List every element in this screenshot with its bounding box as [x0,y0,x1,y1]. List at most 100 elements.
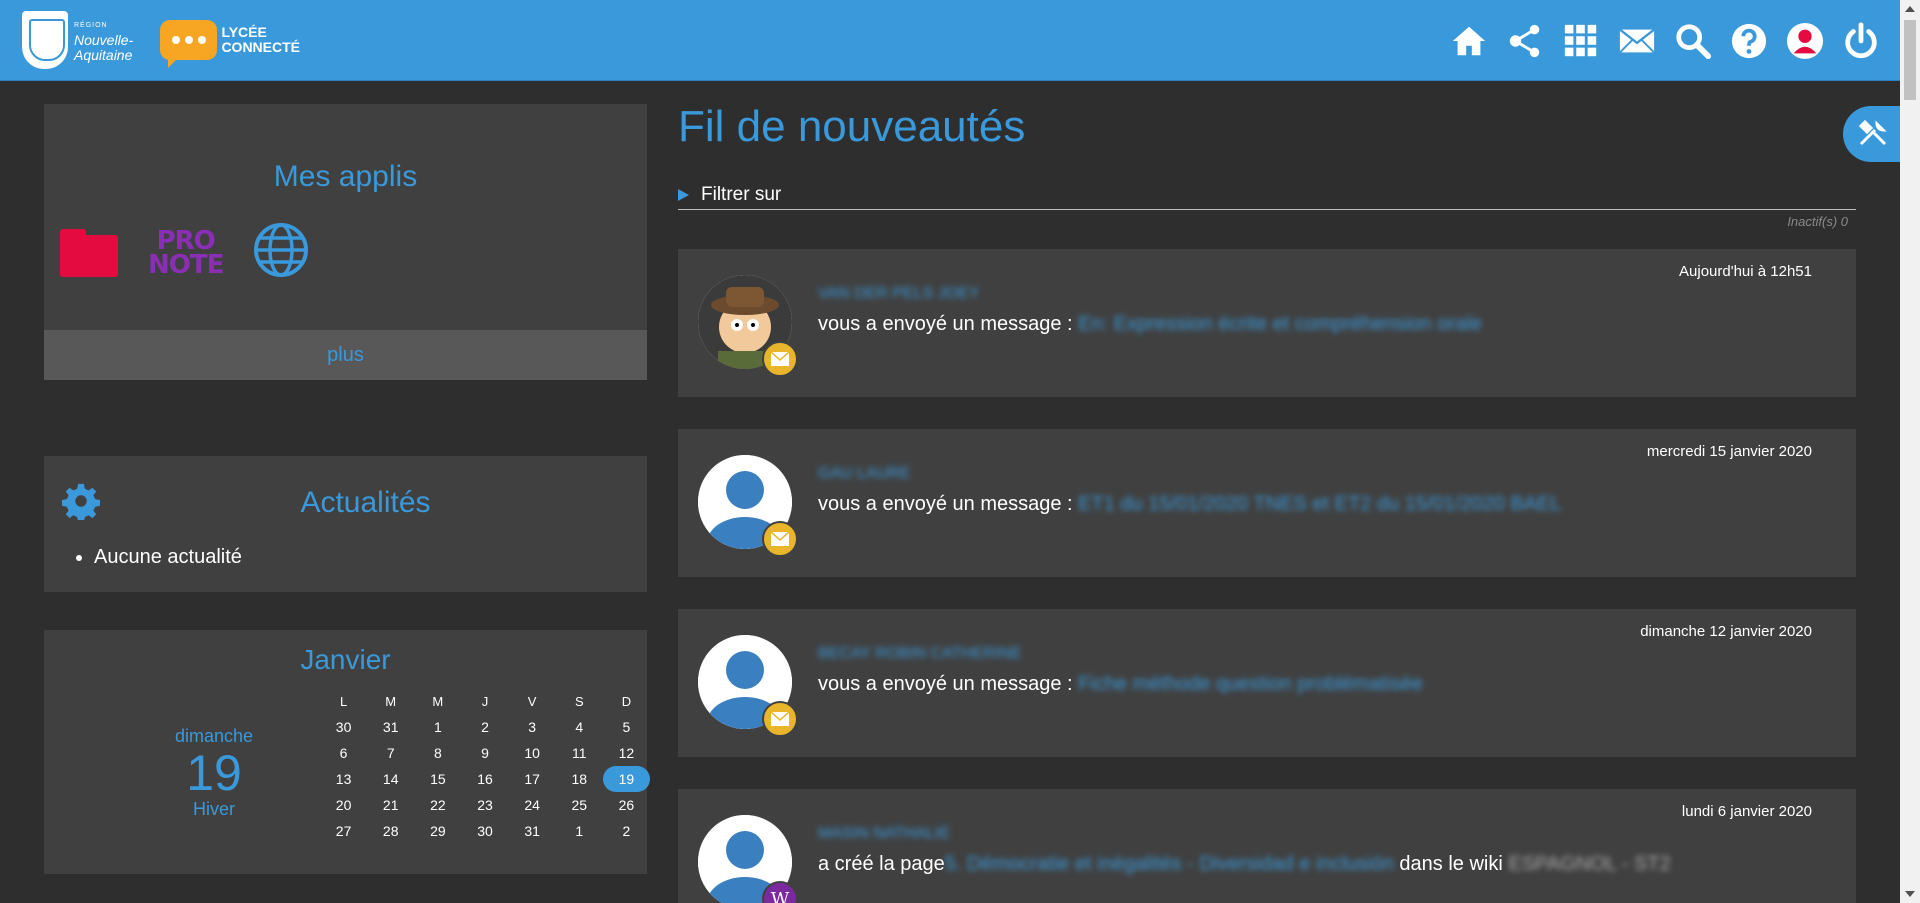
region-logo[interactable]: RÉGION Nouvelle- Aquitaine [22,10,146,70]
calendar-month: Janvier [300,644,391,675]
calendar-day[interactable]: 7 [367,745,414,761]
my-apps-title: Mes applis [273,160,418,193]
search-icon[interactable] [1674,22,1712,60]
calendar-week-row: 30 31 1 2 3 4 5 [320,714,650,740]
calendar-day[interactable]: 29 [414,823,461,839]
calendar-day-name: dimanche [174,726,254,746]
chat-bubble-icon [160,20,218,68]
feed-item[interactable]: mercredi 15 janvier 2020 GAU LAURE vous … [678,429,1856,577]
region-name: RÉGION Nouvelle- Aquitaine [74,18,133,63]
calendar-grid: L M M J V S D 30 31 1 2 3 4 5 6 7 8 9 10… [320,688,650,844]
home-icon[interactable] [1450,22,1488,60]
power-icon[interactable] [1842,22,1880,60]
feed-item-subject[interactable]: ET1 du 15/01/2020 TNES et ET2 du 15/01/2… [1078,493,1561,515]
calendar-day[interactable]: 31 [509,823,556,839]
page-scrollbar[interactable] [1900,0,1920,903]
calendar-day[interactable]: 27 [320,823,367,839]
calendar-day[interactable]: 11 [556,745,603,761]
mail-icon [762,521,798,557]
feed-item[interactable]: dimanche 12 janvier 2020 BECAY ROBIN CAT… [678,609,1856,757]
mail-icon[interactable] [1618,22,1656,60]
calendar-day[interactable]: 5 [603,719,650,735]
calendar-day[interactable]: 2 [603,823,650,839]
calendar-day[interactable]: 8 [414,745,461,761]
calendar-day[interactable]: 21 [367,797,414,813]
region-shield-icon [22,11,68,69]
calendar-day[interactable]: 10 [509,745,556,761]
wiki-icon: W [762,881,798,903]
calendar-weekday: V [527,693,537,709]
lycee-connecte-text: LYCÉE CONNECTÉ [221,25,300,55]
feed-item-action: a créé la page [818,853,945,875]
feed-item-action: vous a envoyé un message : [818,313,1079,335]
news-empty-item: Aucune actualité [94,546,242,569]
share-icon[interactable] [1506,22,1544,60]
calendar-day[interactable]: 1 [556,823,603,839]
calendar-today[interactable]: 19 [602,766,650,792]
app-icons-list: PRO NOTE [60,222,309,283]
news-list: Aucune actualité [94,546,242,569]
apps-more-button[interactable]: plus [44,330,647,380]
calendar-day[interactable]: 18 [556,771,603,787]
calendar-season: Hiver [192,799,235,819]
globe-icon[interactable] [253,222,309,283]
calendar-day[interactable]: 1 [414,719,461,735]
calendar-day[interactable]: 9 [461,745,508,761]
calendar-day[interactable]: 6 [320,745,367,761]
feed-item-text: vous a envoyé un message : En: Expressio… [818,313,1482,336]
calendar-day[interactable]: 14 [367,771,414,787]
calendar-week-row: 13 14 15 16 17 18 19 [320,766,650,792]
feed-item-subject[interactable]: 5. Démocratie et inégalités - Diversidad… [945,853,1394,875]
calendar-day[interactable]: 23 [461,797,508,813]
feed-item[interactable]: Aujourd'hui à 12h51 VAN DER PELS JOEY vo… [678,249,1856,397]
calendar-day[interactable]: 26 [603,797,650,813]
folder-icon[interactable] [60,228,118,277]
help-icon[interactable] [1730,22,1768,60]
region-name-line1: Nouvelle- [74,31,134,48]
feed-item-sender[interactable]: MASIN NATHALIE [818,825,950,843]
feed-item-action2: dans le wiki [1393,853,1509,875]
calendar-current-day: dimanche 19 Hiver [134,726,294,820]
calendar-day-number: 19 [186,745,242,801]
calendar-day[interactable]: 28 [367,823,414,839]
calendar-day[interactable]: 30 [320,719,367,735]
calendar-day[interactable]: 17 [509,771,556,787]
feed-item[interactable]: lundi 6 janvier 2020 W MASIN NATHALIE a … [678,789,1856,903]
calendar-day[interactable]: 13 [320,771,367,787]
triangle-right-icon [678,188,689,201]
calendar-day[interactable]: 24 [509,797,556,813]
calendar-day[interactable]: 22 [414,797,461,813]
mail-icon [762,341,798,377]
calendar-day[interactable]: 31 [367,719,414,735]
filter-toggle[interactable]: Filtrer sur [678,180,1856,210]
scroll-up-arrow-icon[interactable] [1905,6,1915,12]
feed-item-text: vous a envoyé un message : ET1 du 15/01/… [818,493,1561,516]
calendar-day[interactable]: 3 [509,719,556,735]
calendar-day[interactable]: 15 [414,771,461,787]
apps-grid-icon[interactable] [1562,22,1600,60]
calendar-weekday: M [432,693,444,709]
calendar-weekday: M [385,693,397,709]
calendar-day[interactable]: 16 [461,771,508,787]
calendar-day[interactable]: 20 [320,797,367,813]
calendar-day[interactable]: 12 [603,745,650,761]
feed-item-sender[interactable]: BECAY ROBIN CATHERINE [818,645,1022,663]
calendar-day[interactable]: 25 [556,797,603,813]
calendar-day[interactable]: 2 [461,719,508,735]
calendar-day[interactable]: 4 [556,719,603,735]
feed-item-sender[interactable]: VAN DER PELS JOEY [818,285,980,303]
tools-button[interactable] [1843,106,1903,162]
news-panel: Actualités Aucune actualité [44,456,647,592]
scroll-thumb[interactable] [1904,20,1916,100]
calendar-day[interactable]: 30 [461,823,508,839]
feed-item-wiki[interactable]: ESPAGNOL - ST2 [1508,853,1670,875]
my-apps-panel: Mes applis PRO NOTE plus [44,104,647,380]
lycee-connecte-logo[interactable]: LYCÉE CONNECTÉ [160,18,300,68]
feed-item-subject[interactable]: Fiche méthode question problématisée [1078,673,1423,695]
user-icon[interactable] [1786,22,1824,60]
scroll-down-arrow-icon[interactable] [1905,891,1915,897]
feed-item-subject[interactable]: En: Expression écrite et compréhension o… [1078,313,1482,335]
inactive-count: Inactif(s) 0 [1787,214,1848,229]
pronote-app[interactable]: PRO NOTE [148,228,224,278]
feed-item-sender[interactable]: GAU LAURE [818,465,910,483]
